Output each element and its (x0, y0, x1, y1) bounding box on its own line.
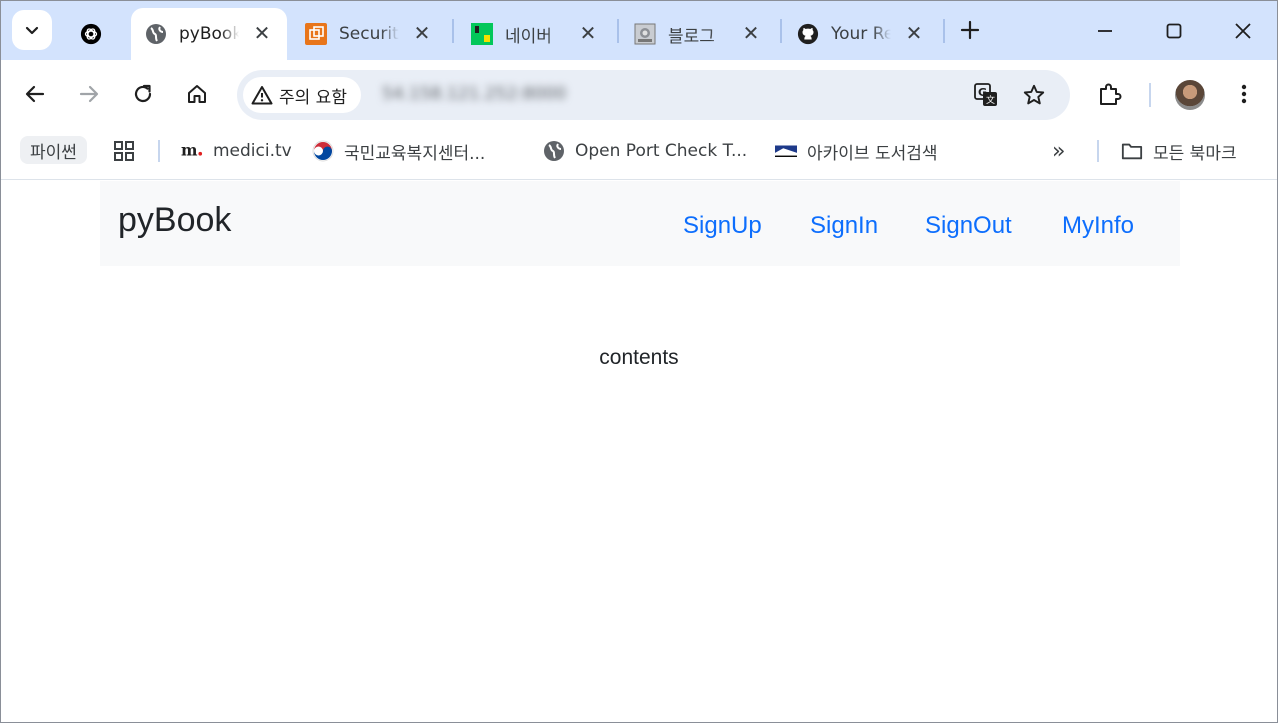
new-tab-button[interactable] (956, 16, 984, 44)
bookmark-star-button[interactable] (1021, 82, 1047, 108)
naver-icon (471, 23, 493, 45)
warning-icon (251, 86, 273, 105)
nav-signin-link[interactable]: SignIn (810, 212, 878, 240)
bookmark-open-port-check[interactable]: Open Port Check T... (543, 136, 747, 166)
plus-icon (960, 20, 980, 40)
bookmark-label: 아카이브 도서검색 (807, 143, 938, 164)
arrow-right-icon (79, 85, 99, 103)
address-bar[interactable]: 주의 요함 54.158.121.252:8000 G文 (237, 70, 1070, 120)
globe-icon (145, 23, 167, 45)
minimize-icon (1098, 30, 1112, 32)
tab-separator (617, 19, 619, 43)
security-warning-chip[interactable]: 주의 요함 (243, 77, 361, 113)
bookmark-label: 국민교육복지센터... (344, 143, 486, 164)
tab-naver[interactable]: 네이버 ✕ (457, 8, 613, 60)
tab-search-button[interactable] (12, 10, 52, 50)
security-chip-label: 주의 요함 (279, 87, 347, 108)
bookmark-folder-python[interactable]: 파이썬 (20, 136, 87, 164)
svg-text:文: 文 (986, 94, 995, 106)
globe-icon (543, 140, 565, 162)
web-page: pyBook SignUp SignIn SignOut MyInfo cont… (0, 181, 1278, 723)
archive-flag-icon (775, 140, 797, 162)
close-icon (1235, 23, 1251, 39)
minimize-button[interactable] (1088, 14, 1122, 48)
reload-icon (134, 84, 152, 103)
puzzle-icon (1100, 83, 1122, 105)
back-button[interactable] (19, 78, 51, 110)
menu-button[interactable] (1228, 78, 1260, 110)
tab-separator (780, 19, 782, 43)
bookmark-archive-search[interactable]: 아카이브 도서검색 (775, 136, 938, 166)
page-contents-text: contents (599, 346, 679, 369)
maximize-button[interactable] (1157, 14, 1191, 48)
tab-title: pyBook (179, 24, 239, 44)
close-icon[interactable]: ✕ (577, 21, 599, 45)
close-icon[interactable]: ✕ (251, 21, 273, 45)
korea-emblem-icon (312, 140, 334, 162)
tab-title: 네이버 (505, 26, 552, 47)
tab-title: Your Re (831, 24, 891, 44)
tab-separator (943, 19, 945, 43)
bookmark-label: Open Port Check T... (575, 141, 748, 161)
tab-title: Security (339, 24, 399, 44)
bookmark-separator (1097, 140, 1099, 162)
toolbar-separator (1149, 83, 1151, 107)
extensions-button[interactable] (1094, 78, 1126, 110)
chevron-down-icon (25, 26, 39, 35)
translate-icon: G文 (974, 83, 997, 106)
bookmark-medici[interactable]: m medici.tv (181, 136, 292, 166)
close-icon[interactable]: ✕ (411, 21, 433, 45)
medici-icon: m (181, 140, 203, 162)
tab-title: 블로그 (668, 26, 715, 47)
bookmarks-bar: 파이썬 m medici.tv 국민교육복지센터... Open Port Ch… (0, 128, 1278, 180)
home-button[interactable] (181, 78, 213, 110)
svg-text:m: m (181, 141, 198, 160)
tab-pybook[interactable]: pyBook ✕ (131, 8, 287, 60)
home-icon (188, 85, 206, 103)
bookmark-edu-welfare[interactable]: 국민교육복지센터... (312, 136, 485, 166)
apps-button[interactable] (113, 136, 135, 166)
star-icon (1023, 84, 1045, 105)
tab-blog[interactable]: 블로그 ✕ (620, 8, 776, 60)
maximize-icon (1166, 23, 1182, 39)
bookmark-label: 모든 북마크 (1153, 143, 1237, 164)
tab-pinned-chatgpt[interactable] (66, 8, 124, 60)
blog-icon (634, 23, 656, 45)
profile-avatar[interactable] (1175, 80, 1205, 110)
url-text[interactable]: 54.158.121.252:8000 (382, 84, 566, 104)
all-bookmarks-button[interactable]: 모든 북마크 (1121, 136, 1237, 166)
bookmark-separator (158, 140, 160, 162)
bookmarks-overflow-button[interactable]: » (1052, 136, 1065, 166)
chatgpt-icon (80, 23, 102, 45)
browser-toolbar: 주의 요함 54.158.121.252:8000 G文 (0, 60, 1278, 128)
close-icon[interactable]: ✕ (903, 21, 925, 45)
reload-button[interactable] (127, 78, 159, 110)
bookmark-label: medici.tv (213, 141, 292, 161)
github-icon (797, 23, 819, 45)
aws-security-icon (305, 23, 327, 45)
more-vert-icon (1241, 84, 1247, 104)
bookmark-folder-label: 파이썬 (30, 142, 77, 163)
tab-strip: pyBook ✕ Security ✕ 네이버 ✕ 블로그 ✕ Your Re … (0, 0, 1278, 60)
tab-separator (452, 19, 454, 43)
brand-link[interactable]: pyBook (118, 201, 231, 240)
overflow-chevron-icon: » (1052, 138, 1066, 164)
forward-button[interactable] (73, 78, 105, 110)
arrow-left-icon (25, 85, 45, 103)
tab-security[interactable]: Security ✕ (291, 8, 447, 60)
translate-button[interactable]: G文 (973, 82, 999, 108)
site-navbar: pyBook SignUp SignIn SignOut MyInfo (100, 181, 1180, 266)
close-icon[interactable]: ✕ (740, 21, 762, 45)
nav-signout-link[interactable]: SignOut (925, 212, 1012, 240)
folder-icon (1121, 140, 1143, 162)
nav-myinfo-link[interactable]: MyInfo (1062, 212, 1134, 240)
tab-github[interactable]: Your Re ✕ (783, 8, 939, 60)
apps-grid-icon (114, 141, 134, 161)
close-window-button[interactable] (1226, 14, 1260, 48)
nav-signup-link[interactable]: SignUp (683, 212, 762, 240)
